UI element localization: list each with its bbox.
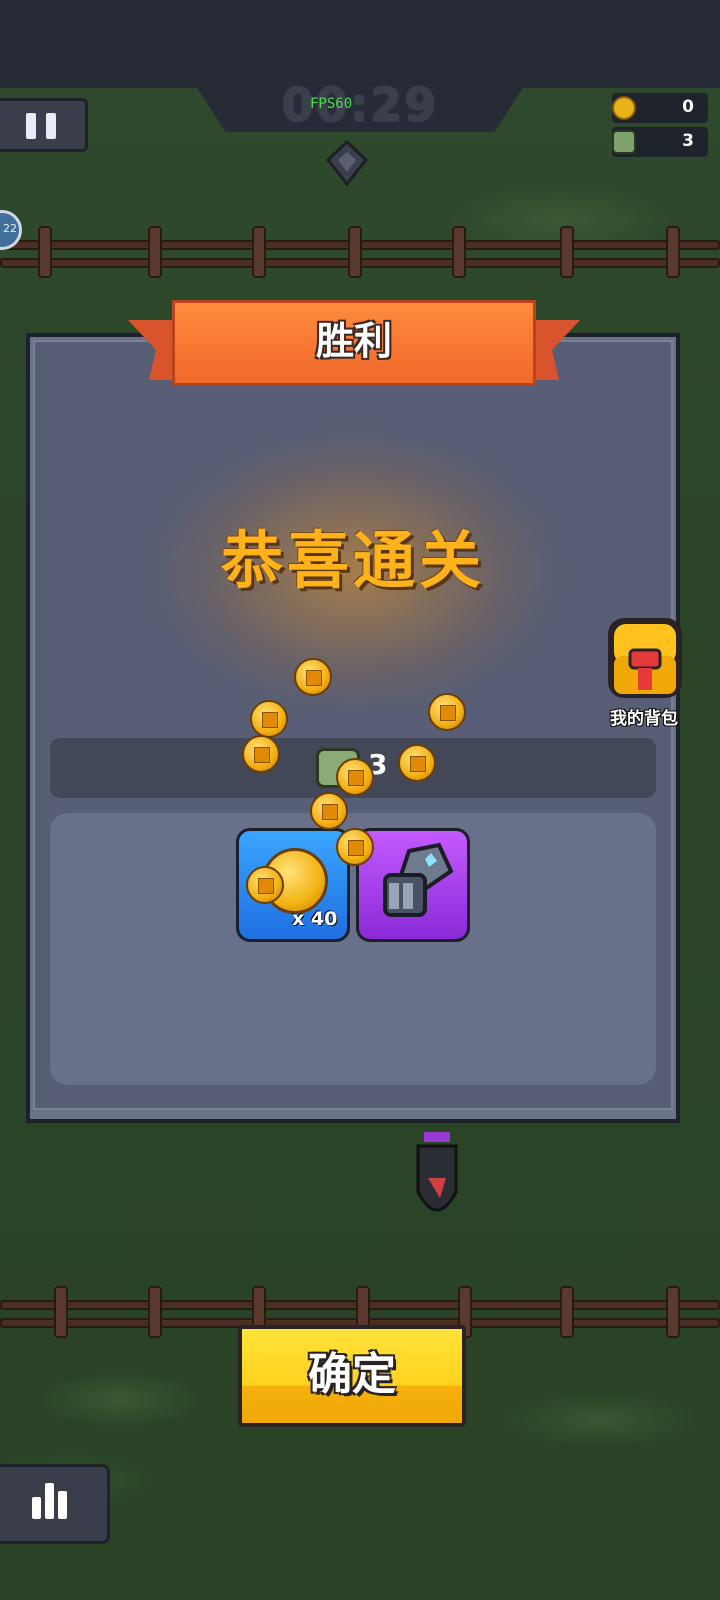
flying-coin <box>336 828 374 866</box>
flying-coin <box>310 792 348 830</box>
enemy-sprite <box>410 1132 464 1228</box>
pause-icon-bar <box>46 113 56 139</box>
flying-coin <box>250 700 288 738</box>
dialog-title: 胜利 <box>315 319 392 363</box>
robot-gauntlet-icon <box>383 842 454 917</box>
top-hud-bar <box>0 0 720 88</box>
coin-count: 0 <box>682 97 694 117</box>
stage-clear-headline: 恭喜通关 <box>220 524 485 597</box>
confirm-button-label: 确定 <box>308 1349 396 1400</box>
kill-count: 3 <box>682 131 694 151</box>
reward-coins-quantity: x 40 <box>292 908 338 930</box>
game-timer: 00:29 <box>281 78 439 132</box>
coin-counter: 0 <box>612 93 708 123</box>
flying-coin <box>242 735 280 773</box>
backpack-label: 我的背包 <box>610 709 678 729</box>
pause-button[interactable] <box>0 98 88 152</box>
flying-coin <box>428 693 466 731</box>
flying-coin <box>336 758 374 796</box>
coin-icon <box>612 96 636 120</box>
level-badge-text: 22 <box>3 222 17 235</box>
bar-chart-icon-bar <box>45 1483 54 1519</box>
flying-coin <box>294 658 332 696</box>
fps-counter: FPS60 <box>310 96 353 112</box>
backpack-button[interactable] <box>600 612 690 702</box>
bar-chart-icon-bar <box>32 1497 41 1519</box>
fence-top <box>0 226 720 282</box>
rank-emblem-icon <box>325 139 369 187</box>
flying-coin <box>398 744 436 782</box>
backpack-icon <box>608 618 682 698</box>
zombie-head-icon <box>612 130 636 154</box>
flying-coin <box>246 866 284 904</box>
stats-button[interactable] <box>0 1464 110 1544</box>
bar-chart-icon-bar <box>58 1491 67 1519</box>
confirm-button[interactable]: 确定 <box>238 1325 466 1427</box>
kill-counter: 3 <box>612 127 708 157</box>
pause-icon <box>26 113 36 139</box>
